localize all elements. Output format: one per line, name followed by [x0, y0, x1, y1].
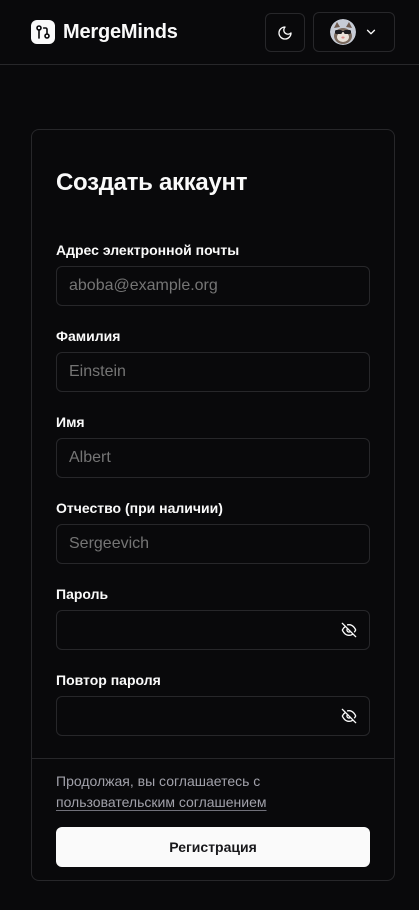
signup-card: Создать аккаунт Адрес электронной почты … [31, 129, 395, 881]
brand[interactable]: MergeMinds [31, 20, 178, 44]
patronymic-input[interactable] [57, 525, 369, 563]
moon-icon [277, 25, 293, 41]
first-name-field-group: Имя [56, 412, 370, 478]
user-menu-button[interactable] [313, 12, 395, 52]
theme-toggle-button[interactable] [265, 13, 305, 52]
password-input[interactable] [57, 611, 369, 649]
avatar [330, 19, 356, 45]
terms-link[interactable]: пользовательским соглашением [56, 794, 267, 810]
chevron-down-icon [364, 25, 378, 39]
password-field-group: Пароль [56, 584, 370, 650]
register-button[interactable]: Регистрация [56, 827, 370, 867]
last-name-input[interactable] [57, 353, 369, 391]
first-name-input-wrapper [56, 438, 370, 478]
terms-notice: Продолжая, вы соглашаетесь с пользовател… [56, 771, 370, 813]
eye-off-icon[interactable] [341, 708, 357, 724]
password-label: Пароль [56, 586, 109, 602]
password-repeat-label: Повтор пароля [56, 672, 161, 688]
email-label: Адрес электронной почты [56, 242, 240, 258]
eye-off-icon[interactable] [341, 622, 357, 638]
page-title: Создать аккаунт [56, 169, 248, 196]
patronymic-label: Отчество (при наличии) [56, 500, 223, 516]
app-header: MergeMinds [0, 0, 419, 65]
password-repeat-input-wrapper [56, 696, 370, 736]
last-name-input-wrapper [56, 352, 370, 392]
last-name-field-group: Фамилия [56, 326, 370, 392]
last-name-label: Фамилия [56, 328, 121, 344]
patronymic-input-wrapper [56, 524, 370, 564]
password-input-wrapper [56, 610, 370, 650]
email-field-group: Адрес электронной почты [56, 240, 370, 306]
email-input[interactable] [57, 267, 369, 305]
email-input-wrapper [56, 266, 370, 306]
terms-text: Продолжая, вы соглашаетесь с [56, 773, 261, 789]
git-pull-request-icon [31, 20, 55, 44]
first-name-input[interactable] [57, 439, 369, 477]
patronymic-field-group: Отчество (при наличии) [56, 498, 370, 564]
password-repeat-input[interactable] [57, 697, 369, 735]
brand-name: MergeMinds [63, 20, 178, 43]
first-name-label: Имя [56, 414, 85, 430]
password-repeat-field-group: Повтор пароля [56, 670, 370, 736]
divider [32, 758, 394, 759]
